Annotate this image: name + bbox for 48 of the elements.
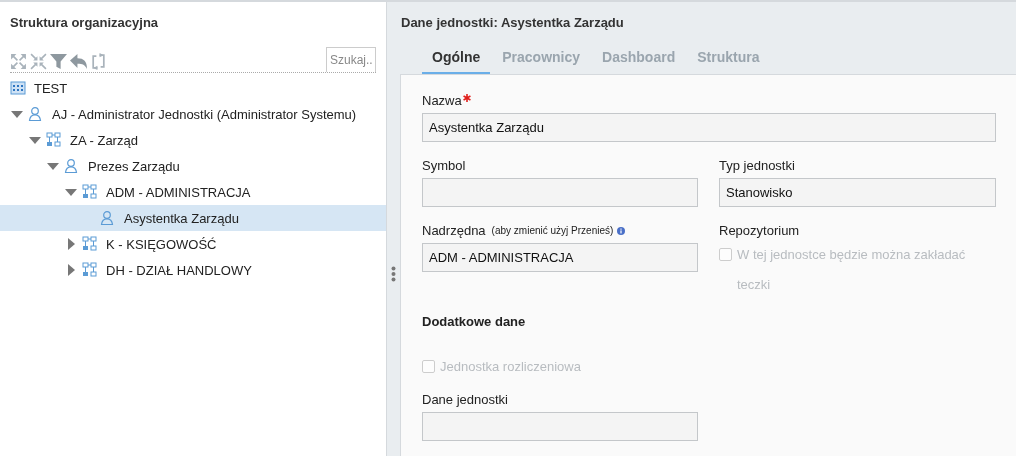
field-label: Symbol <box>422 158 466 173</box>
building-icon <box>10 80 26 96</box>
filter-icon[interactable] <box>50 53 67 70</box>
person-icon <box>28 106 44 122</box>
person-icon <box>64 158 80 174</box>
field-label: Nadrzędna <box>422 223 486 238</box>
undo-icon[interactable] <box>70 53 87 70</box>
person-icon <box>100 210 116 226</box>
field-label: Typ jednostki <box>719 158 795 173</box>
tree-item-label: K - KSIĘGOWOŚĆ <box>106 236 217 252</box>
tree-row[interactable]: TEST <box>0 75 386 101</box>
tree-row[interactable]: DH - DZIAŁ HANDLOWY <box>0 257 386 283</box>
tree-item-label: AJ - Administrator Jednostki (Administrator Systemu) <box>52 106 357 122</box>
tree-row[interactable]: Prezes Zarządu <box>0 153 386 179</box>
field-hint: (aby zmienić użyj Przenieś) <box>491 225 614 236</box>
text-field[interactable]: Stanowisko <box>719 178 996 207</box>
expand-all-icon[interactable] <box>10 53 27 70</box>
tree-item-label: DH - DZIAŁ HANDLOWY <box>106 262 252 278</box>
splitter-handle-icon[interactable] <box>391 266 396 282</box>
org-chart-icon <box>82 262 98 278</box>
section-title: Dodatkowe dane <box>422 314 526 329</box>
text-field[interactable] <box>422 412 698 441</box>
field-label: Repozytorium <box>719 223 800 238</box>
tree-item-label: Asystentka Zarządu <box>124 210 239 226</box>
field-label: Dane jednostki <box>422 392 508 407</box>
tree-row[interactable]: ADM - ADMINISTRACJA <box>0 179 386 205</box>
tree-row[interactable]: ZA - Zarząd <box>0 127 386 153</box>
text-field[interactable] <box>422 178 698 207</box>
panel-title: Dane jednostki: Asystentka Zarządu <box>401 15 624 30</box>
org-chart-icon <box>46 132 62 148</box>
tree-item-label: ADM - ADMINISTRACJA <box>106 184 251 200</box>
panel-title: Struktura organizacyjna <box>10 15 159 30</box>
info-icon[interactable] <box>617 226 626 235</box>
text-field[interactable]: Asystentka Zarządu <box>422 113 996 142</box>
selected-tree-row[interactable]: Asystentka Zarządu <box>0 205 386 231</box>
search-field[interactable]: Szukaj.. <box>326 47 376 72</box>
tree-row[interactable]: K - KSIĘGOWOŚĆ <box>0 231 386 257</box>
field-label: Nazwa <box>422 93 462 108</box>
tree-row[interactable]: AJ - Administrator Jednostki (Administrator Systemu) <box>0 101 386 127</box>
tree-item-label: TEST <box>34 80 68 96</box>
tree-item-label: ZA - Zarząd <box>70 132 138 148</box>
org-chart-icon <box>82 184 98 200</box>
collapse-all-icon[interactable] <box>30 53 47 70</box>
checkbox-label: Jednostka rozliczeniowa <box>440 358 581 374</box>
org-chart-icon <box>82 236 98 252</box>
tree-item-label: Prezes Zarządu <box>88 158 180 174</box>
text-field[interactable]: ADM - ADMINISTRACJA <box>422 243 698 272</box>
checkbox-label: W tej jednostce będzie można zakładać teczki <box>737 246 967 294</box>
